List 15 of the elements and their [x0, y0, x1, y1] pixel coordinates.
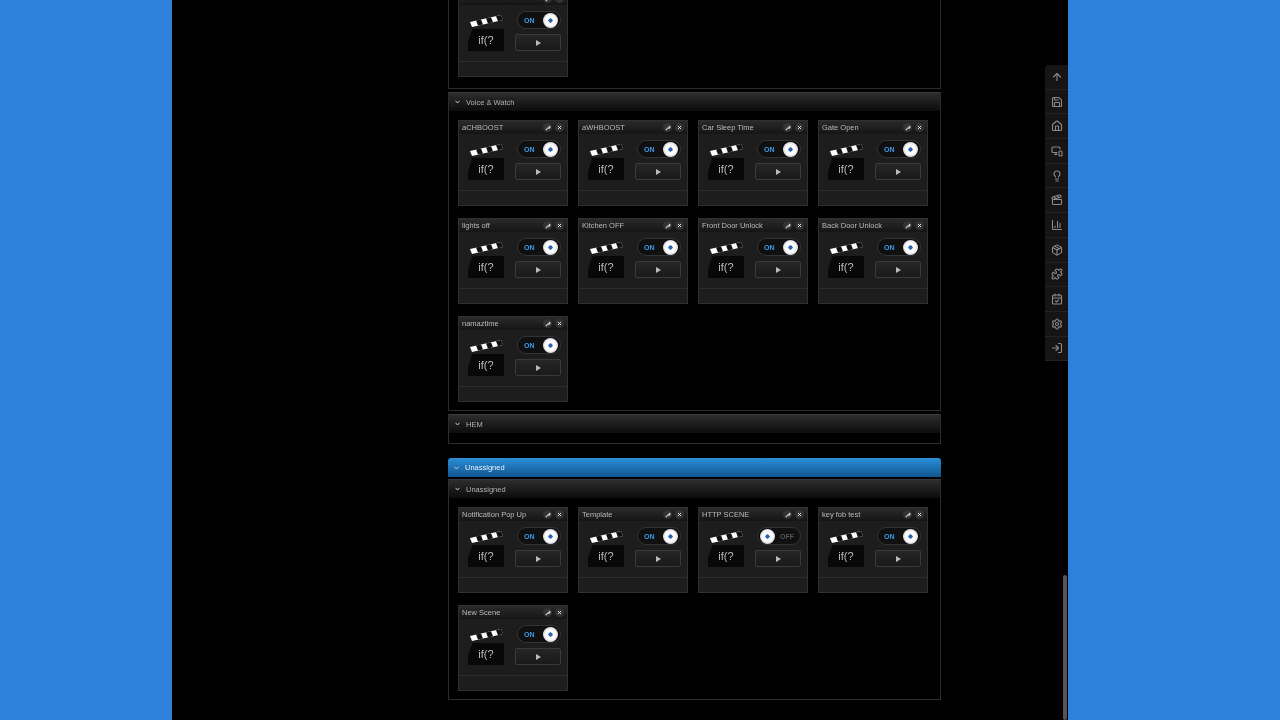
condition-label: if(? [468, 643, 504, 665]
condition-label: if(? [588, 545, 624, 567]
condition-label: if(? [588, 158, 624, 180]
condition-label: if(? [468, 158, 504, 180]
condition-label: if(? [828, 545, 864, 567]
condition-label: if(? [468, 354, 504, 376]
condition-label: if(? [468, 545, 504, 567]
condition-label: if(? [828, 158, 864, 180]
condition-label: if(? [828, 256, 864, 278]
condition-label: if(? [708, 256, 744, 278]
condition-label: if(? [588, 256, 624, 278]
condition-label: if(? [708, 545, 744, 567]
condition-label: if(? [468, 256, 504, 278]
condition-label: if(? [708, 158, 744, 180]
condition-label: if(? [468, 29, 504, 51]
